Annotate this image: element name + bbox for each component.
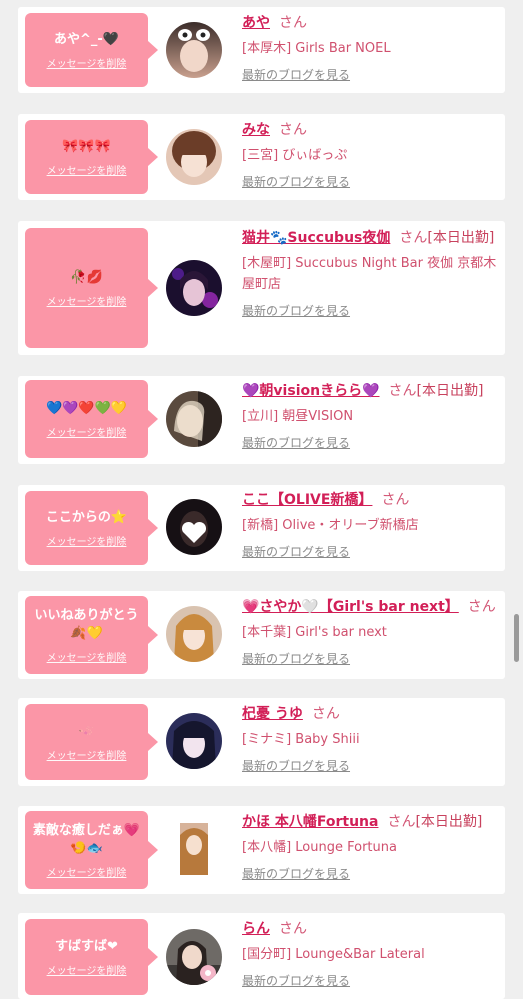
shop-label: [本千葉] Girl's bar next xyxy=(242,625,387,640)
card-info: かほ 本八幡Fortuna さん[本日出勤] [本八幡] Lounge Fortu… xyxy=(242,812,502,882)
message-card: 🪱 メッセージを削除 杞憂 うゆ さん [ミナミ] Baby Shiii 最新のブ… xyxy=(18,698,505,786)
latest-blog-link[interactable]: 最新のブログを見る xyxy=(242,757,350,774)
card-info: みな さん [三宮] びぃばっぷ 最新のブログを見る xyxy=(242,120,502,190)
delete-message-link[interactable]: メッセージを削除 xyxy=(47,424,127,439)
latest-blog-link[interactable]: 最新のブログを見る xyxy=(242,434,350,451)
message-card: 💙💜❤️💚💛 メッセージを削除 💜朝visionきらら💜 さん[本日出勤] [立川… xyxy=(18,376,505,464)
honorific: さん xyxy=(388,383,417,399)
message-bubble: あや^_-🖤 メッセージを削除 xyxy=(25,13,158,87)
message-card: すばすば❤ メッセージを削除 らん さん [国分町] Lounge&Bar Lat… xyxy=(18,913,505,999)
message-bubble: 素敵な癒しだぁ💗🍤🐟 メッセージを削除 xyxy=(25,811,158,889)
latest-blog-link[interactable]: 最新のブログを見る xyxy=(242,650,350,667)
message-bubble: いいねありがとう🍂💛 メッセージを削除 xyxy=(25,596,158,674)
message-list: あや^_-🖤 メッセージを削除 あや さん [本厚木] Girls Bar NOE… xyxy=(0,0,523,999)
shop-label: [新橋] Olive・オリーブ新橋店 xyxy=(242,518,419,533)
message-card: いいねありがとう🍂💛 メッセージを削除 💗さやか🤍【Girl's bar nex… xyxy=(18,591,505,679)
message-card: ここからの⭐ メッセージを削除 ここ【OLIVE新橋】 さん [新橋] Olive… xyxy=(18,485,505,571)
message-text: 素敵な癒しだぁ💗🍤🐟 xyxy=(32,822,141,856)
message-text: ここからの⭐ xyxy=(45,509,128,525)
honorific: さん xyxy=(279,921,307,937)
message-bubble: 🎀🎀🎀 メッセージを削除 xyxy=(25,120,158,194)
message-card: 🎀🎀🎀 メッセージを削除 みな さん [三宮] びぃばっぷ 最新のブログを見る xyxy=(18,114,505,200)
user-name-link[interactable]: あや xyxy=(242,15,270,31)
message-bubble: すばすば❤ メッセージを削除 xyxy=(25,919,158,995)
latest-blog-link[interactable]: 最新のブログを見る xyxy=(242,972,350,989)
latest-blog-link[interactable]: 最新のブログを見る xyxy=(242,543,350,560)
user-name-link[interactable]: 💜朝visionきらら💜 xyxy=(242,383,380,399)
card-info: 💗さやか🤍【Girl's bar next】 さん [本千葉] Girl's ba… xyxy=(242,597,502,667)
avatar[interactable] xyxy=(166,260,222,316)
message-text: いいねありがとう🍂💛 xyxy=(34,607,139,641)
delete-message-link[interactable]: メッセージを削除 xyxy=(47,962,127,977)
message-text: あや^_-🖤 xyxy=(54,31,119,47)
card-info: 杞憂 うゆ さん [ミナミ] Baby Shiii 最新のブログを見る xyxy=(242,704,502,774)
user-name-link[interactable]: 杞憂 うゆ xyxy=(242,706,303,722)
shop-label: [三宮] びぃばっぷ xyxy=(242,148,348,163)
shop-label: [立川] 朝昼VISION xyxy=(242,409,354,424)
user-name-link[interactable]: らん xyxy=(242,921,270,937)
avatar[interactable] xyxy=(166,129,222,185)
avatar[interactable] xyxy=(166,391,222,447)
honorific: さん xyxy=(467,599,496,615)
message-text: 🥀💋 xyxy=(70,269,103,285)
user-name-link[interactable]: みな xyxy=(242,122,270,138)
delete-message-link[interactable]: メッセージを削除 xyxy=(47,649,127,664)
latest-blog-link[interactable]: 最新のブログを見る xyxy=(242,66,350,83)
card-info: らん さん [国分町] Lounge&Bar Lateral 最新のブログを見る xyxy=(242,919,502,989)
avatar[interactable] xyxy=(166,606,222,662)
avatar[interactable] xyxy=(166,713,222,769)
message-bubble: 💙💜❤️💚💛 メッセージを削除 xyxy=(25,380,158,458)
latest-blog-link[interactable]: 最新のブログを見る xyxy=(242,302,350,319)
delete-message-link[interactable]: メッセージを削除 xyxy=(47,55,127,70)
shop-label: [本八幡] Lounge Fortuna xyxy=(242,840,397,855)
shop-label: [国分町] Lounge&Bar Lateral xyxy=(242,947,425,962)
avatar[interactable] xyxy=(166,929,222,985)
card-info: 猫井🐾Succubus夜伽 さん[本日出勤] [木屋町] Succubus Nig… xyxy=(242,228,502,319)
status-suffix: [本日出勤] xyxy=(427,230,495,246)
latest-blog-link[interactable]: 最新のブログを見る xyxy=(242,865,350,882)
shop-label: [木屋町] Succubus Night Bar 夜伽 京都木屋町店 xyxy=(242,256,497,292)
message-card: 🥀💋 メッセージを削除 猫井🐾Succubus夜伽 さん[本日出勤] [木屋町] … xyxy=(18,221,505,355)
card-info: あや さん [本厚木] Girls Bar NOEL 最新のブログを見る xyxy=(242,13,502,83)
message-bubble: ここからの⭐ メッセージを削除 xyxy=(25,491,158,565)
message-bubble: 🥀💋 メッセージを削除 xyxy=(25,228,158,348)
message-text: 🪱 xyxy=(78,723,95,739)
status-suffix: [本日出勤] xyxy=(416,383,484,399)
delete-message-link[interactable]: メッセージを削除 xyxy=(47,747,127,762)
shop-label: [本厚木] Girls Bar NOEL xyxy=(242,41,391,56)
delete-message-link[interactable]: メッセージを削除 xyxy=(47,864,127,879)
user-name-link[interactable]: かほ 本八幡Fortuna xyxy=(242,814,378,830)
message-text: 💙💜❤️💚💛 xyxy=(46,400,127,416)
shop-label: [ミナミ] Baby Shiii xyxy=(242,732,360,747)
honorific: さん xyxy=(381,492,410,508)
status-suffix: [本日出勤] xyxy=(415,814,483,830)
card-info: 💜朝visionきらら💜 さん[本日出勤] [立川] 朝昼VISION 最新のブロ… xyxy=(242,381,502,451)
message-text: すばすば❤ xyxy=(55,938,118,954)
user-name-link[interactable]: 猫井🐾Succubus夜伽 xyxy=(242,230,390,246)
delete-message-link[interactable]: メッセージを削除 xyxy=(47,293,127,308)
user-name-link[interactable]: ここ【OLIVE新橋】 xyxy=(242,492,372,508)
message-text: 🎀🎀🎀 xyxy=(62,138,111,154)
honorific: さん xyxy=(399,230,428,246)
user-name-link[interactable]: 💗さやか🤍【Girl's bar next】 xyxy=(242,599,459,615)
honorific: さん xyxy=(387,814,416,830)
message-card: 素敵な癒しだぁ💗🍤🐟 メッセージを削除 かほ 本八幡Fortuna さん[本日出勤… xyxy=(18,806,505,894)
avatar[interactable] xyxy=(166,499,222,555)
honorific: さん xyxy=(279,15,307,31)
avatar[interactable] xyxy=(166,22,222,78)
card-info: ここ【OLIVE新橋】 さん [新橋] Olive・オリーブ新橋店 最新のブログを… xyxy=(242,490,502,560)
latest-blog-link[interactable]: 最新のブログを見る xyxy=(242,173,350,190)
delete-message-link[interactable]: メッセージを削除 xyxy=(47,533,127,548)
avatar[interactable] xyxy=(174,821,214,877)
scrollbar[interactable] xyxy=(514,614,519,662)
message-card: あや^_-🖤 メッセージを削除 あや さん [本厚木] Girls Bar NOE… xyxy=(18,7,505,93)
delete-message-link[interactable]: メッセージを削除 xyxy=(47,162,127,177)
honorific: さん xyxy=(311,706,340,722)
message-bubble: 🪱 メッセージを削除 xyxy=(25,704,158,780)
honorific: さん xyxy=(279,122,307,138)
